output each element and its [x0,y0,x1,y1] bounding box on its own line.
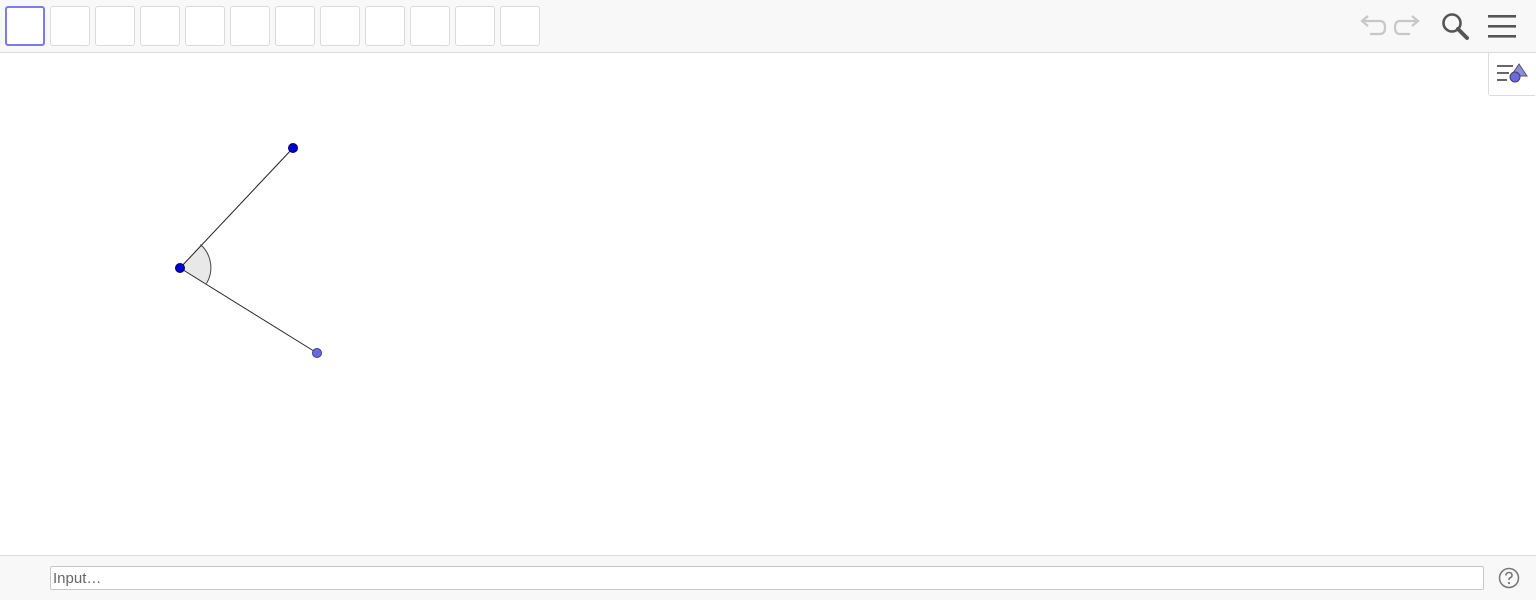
undo-icon[interactable] [1354,8,1390,44]
tool-button-11[interactable] [455,6,495,46]
input-bar [0,555,1536,600]
point-vertex[interactable] [175,263,185,273]
segment-lower[interactable] [179,267,318,354]
redo-icon[interactable] [1390,8,1426,44]
search-icon[interactable] [1437,8,1473,44]
tool-button-3[interactable] [95,6,135,46]
tool-button-8[interactable] [320,6,360,46]
graphics-view[interactable] [0,53,1536,555]
hamburger-menu-icon[interactable] [1484,8,1520,44]
tool-button-6[interactable] [230,6,270,46]
tool-button-10[interactable] [410,6,450,46]
style-bar-toggle-icon [1497,63,1528,83]
algebra-input-field[interactable] [50,566,1484,590]
toolbar [0,0,1536,53]
tool-button-9[interactable] [365,6,405,46]
tool-button-2[interactable] [50,6,90,46]
tool-button-1[interactable] [5,6,45,46]
tool-button-4[interactable] [140,6,180,46]
tool-button-5[interactable] [185,6,225,46]
point-free[interactable] [312,348,322,358]
style-bar-toggle-button[interactable] [1488,53,1535,96]
tool-button-7[interactable] [275,6,315,46]
tool-button-12[interactable] [500,6,540,46]
segment-upper[interactable] [179,147,294,269]
construction-canvas[interactable] [0,53,1536,555]
point-upper[interactable] [288,143,298,153]
help-icon[interactable] [1497,566,1521,590]
